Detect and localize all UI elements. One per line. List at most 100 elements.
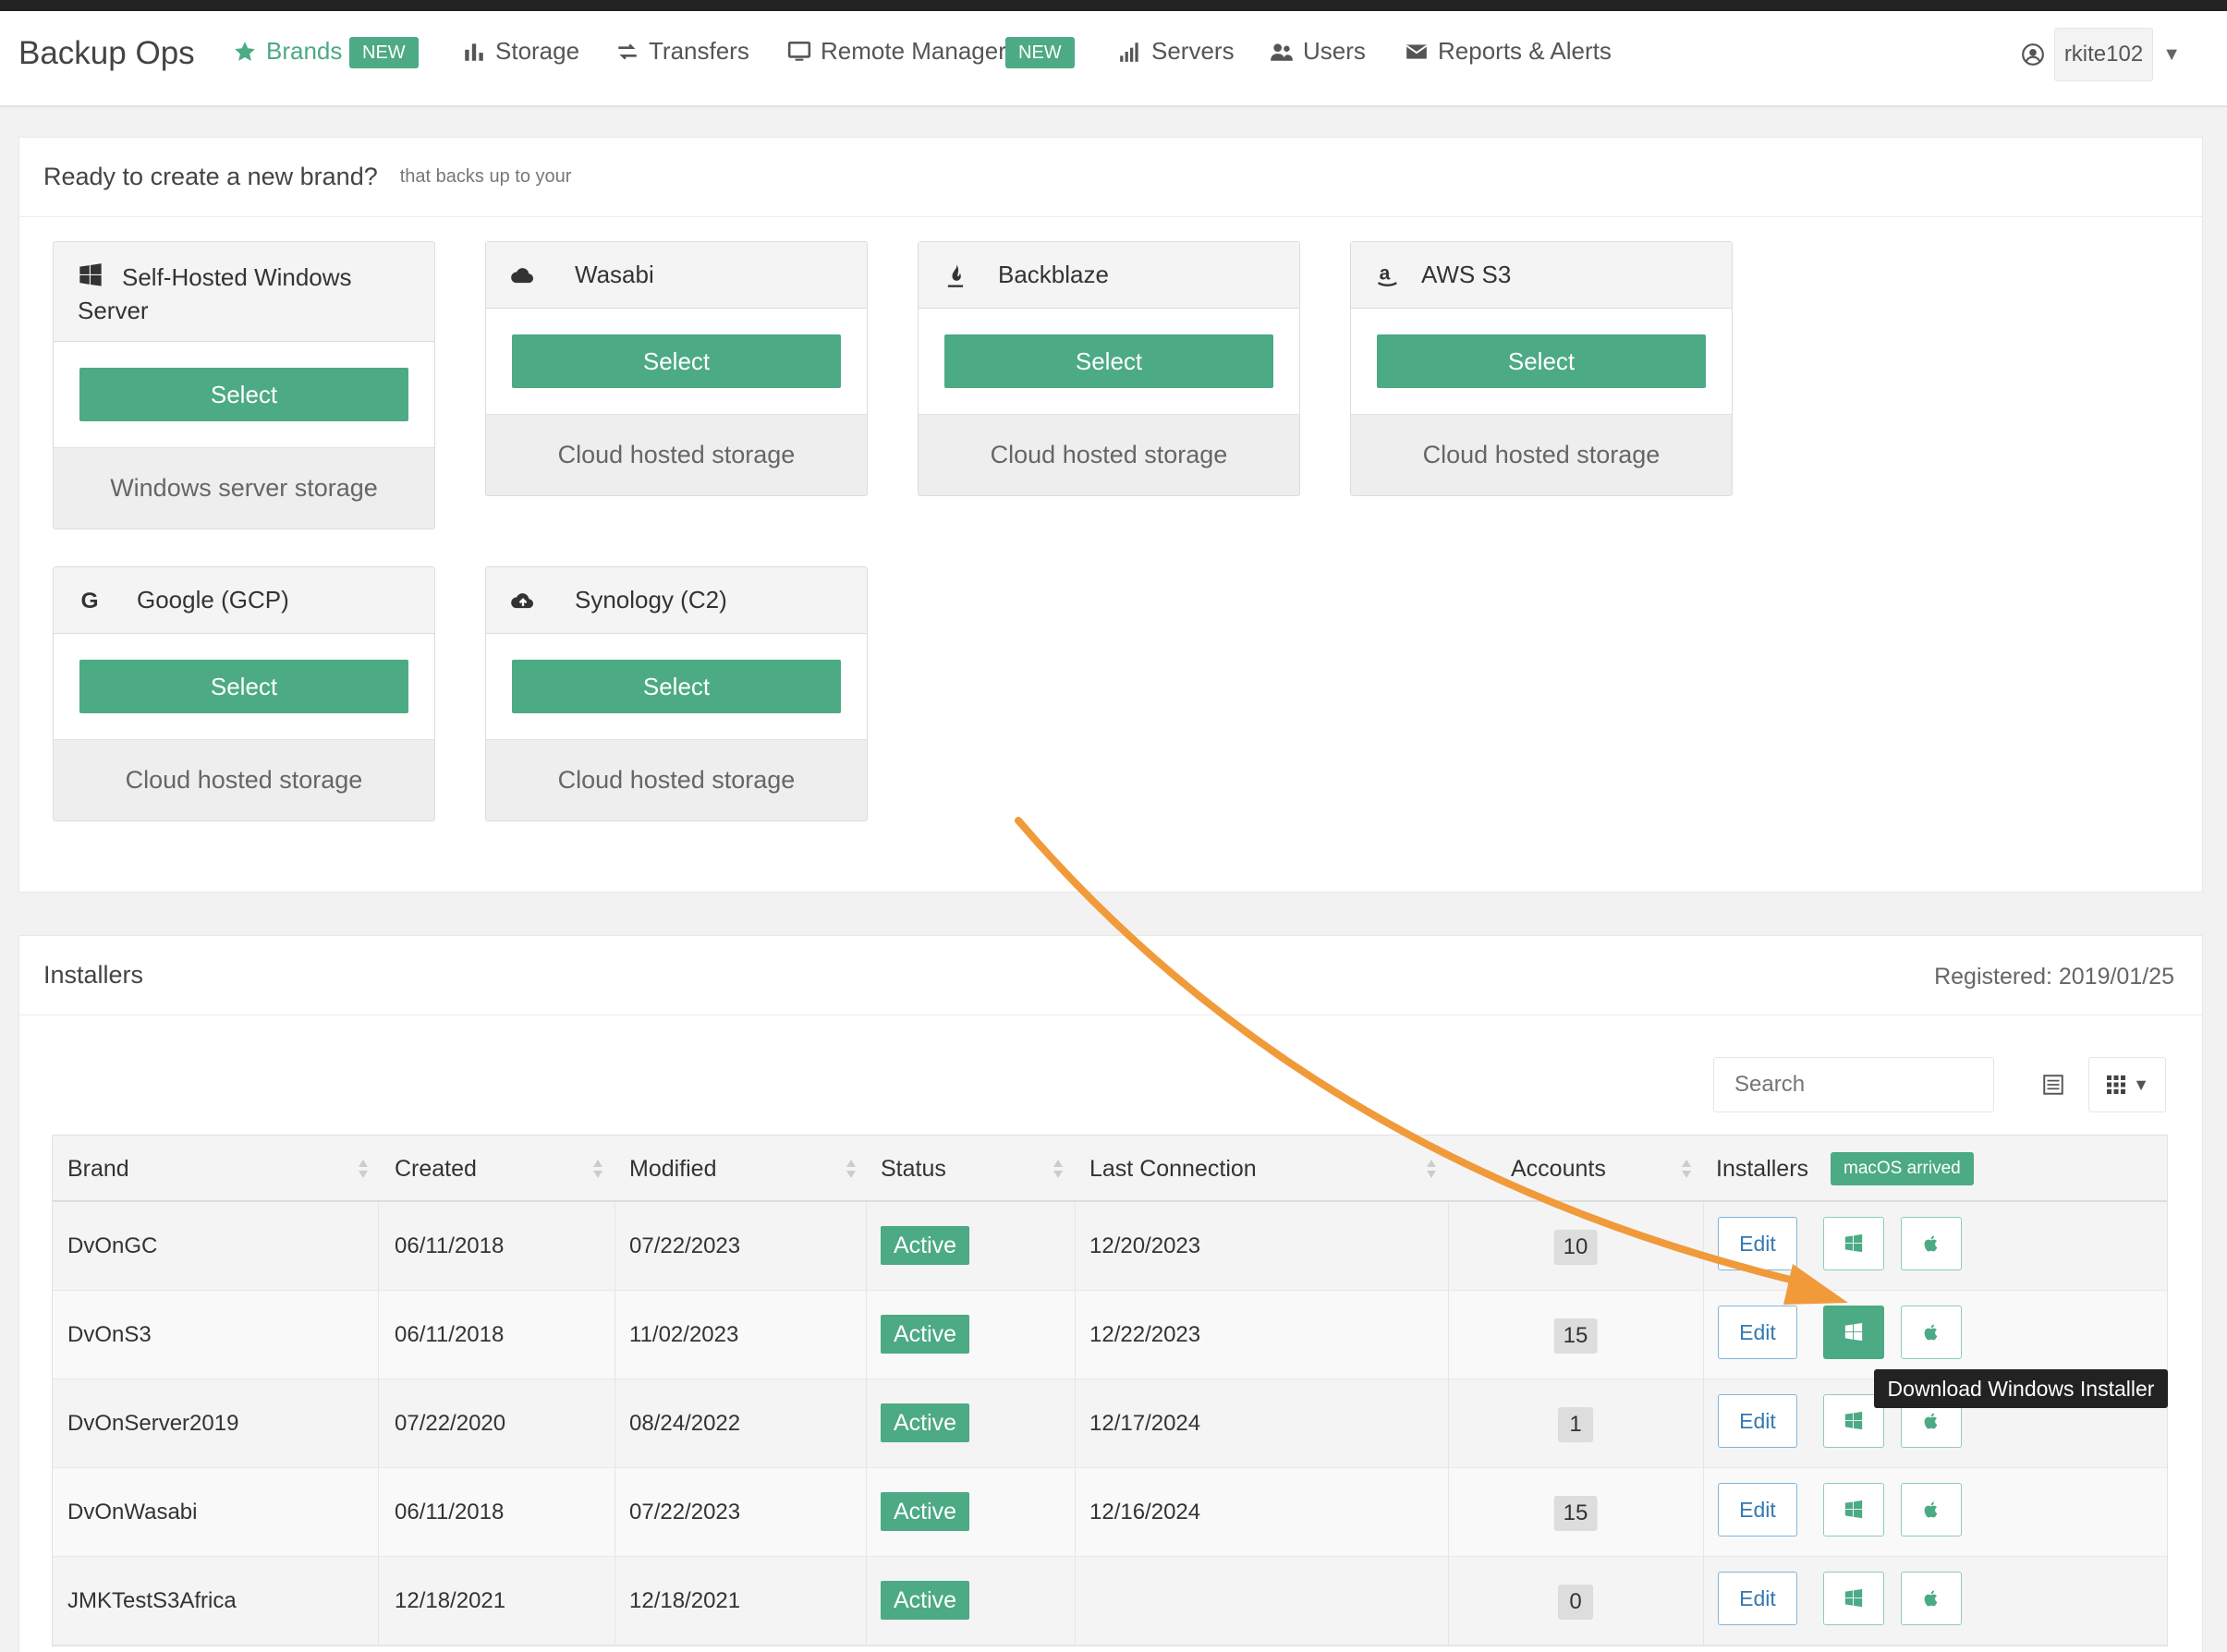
- download-macos-installer-button[interactable]: [1901, 1306, 1962, 1359]
- nav-reports-alerts[interactable]: Reports & Alerts: [1405, 37, 1612, 66]
- card-title: Google (GCP): [137, 586, 289, 613]
- sort-icon[interactable]: [358, 1158, 369, 1180]
- select-button[interactable]: Select: [1377, 334, 1706, 388]
- cell-brand: DvOnS3: [67, 1322, 152, 1347]
- table-row: DvOnS3 06/11/2018 11/02/2023 Active 12/22/20…: [53, 1291, 2167, 1379]
- user-menu[interactable]: rkite102 ▼: [2021, 28, 2181, 81]
- select-button[interactable]: Select: [512, 334, 841, 388]
- edit-button[interactable]: Edit: [1718, 1394, 1797, 1448]
- card-title: Synology (C2): [575, 586, 727, 613]
- cell-last-connection: 12/20/2023: [1089, 1233, 1201, 1258]
- windows-icon: [1844, 1322, 1863, 1342]
- user-circle-icon: [2021, 43, 2044, 66]
- nav-storage-label: Storage: [495, 37, 580, 65]
- sort-icon[interactable]: [1681, 1158, 1692, 1180]
- table-row: DvOnServer2019 07/22/2020 08/24/2022 Active…: [53, 1379, 2167, 1468]
- download-macos-installer-button[interactable]: [1901, 1572, 1962, 1625]
- new-brand-subtitle: that backs up to your: [399, 166, 572, 187]
- new-brand-title: Ready to create a new brand?: [43, 163, 378, 190]
- sort-icon[interactable]: [1426, 1158, 1437, 1180]
- svg-text:G: G: [81, 589, 99, 613]
- select-button[interactable]: Select: [512, 660, 841, 713]
- cloud-icon: [511, 268, 534, 284]
- top-bar: [0, 0, 2227, 11]
- sort-icon[interactable]: [1053, 1158, 1064, 1180]
- card-description: Cloud hosted storage: [557, 441, 796, 468]
- edit-button[interactable]: Edit: [1718, 1483, 1797, 1537]
- nav-users-label: Users: [1303, 37, 1366, 65]
- nav-brands-label: Brands: [266, 37, 343, 65]
- nav-remote-manager-label: Remote Manager: [821, 37, 1006, 65]
- edit-button[interactable]: Edit: [1718, 1572, 1797, 1625]
- cell-modified: 08/24/2022: [629, 1411, 741, 1436]
- username: rkite102: [2053, 28, 2154, 81]
- cell-brand: DvOnWasabi: [67, 1500, 198, 1524]
- column-brand[interactable]: Brand: [67, 1136, 129, 1202]
- sort-icon[interactable]: [846, 1158, 857, 1180]
- nav-transfers[interactable]: Transfers: [615, 37, 749, 66]
- column-modified[interactable]: Modified: [629, 1136, 717, 1202]
- nav-servers[interactable]: Servers: [1118, 37, 1235, 66]
- cell-modified: 11/02/2023: [629, 1322, 739, 1347]
- status-badge: Active: [881, 1226, 970, 1265]
- cell-created: 06/11/2018: [395, 1500, 505, 1524]
- select-button[interactable]: Select: [79, 660, 408, 713]
- windows-icon: [1844, 1233, 1863, 1253]
- nav-remote-manager[interactable]: Remote Manager: [787, 37, 1006, 66]
- installers-header: Installers: [19, 936, 2202, 1015]
- select-button[interactable]: Select: [944, 334, 1273, 388]
- nav-storage[interactable]: Storage: [462, 37, 579, 66]
- registered-date: Registered: 2019/01/25: [1934, 964, 2174, 990]
- column-last-connection[interactable]: Last Connection: [1089, 1136, 1257, 1202]
- download-macos-installer-button[interactable]: [1901, 1217, 1962, 1270]
- search-input[interactable]: [1713, 1057, 1994, 1112]
- macos-arrived-badge: macOS arrived: [1831, 1152, 1974, 1185]
- list-view-toggle[interactable]: [2029, 1057, 2077, 1112]
- cell-brand: JMKTestS3Africa: [67, 1588, 237, 1613]
- download-windows-tooltip: Download Windows Installer: [1874, 1369, 2168, 1408]
- edit-button[interactable]: Edit: [1718, 1306, 1797, 1359]
- card-title: Backblaze: [998, 261, 1109, 288]
- table-row: DvOnGC 06/11/2018 07/22/2023 Active 12/20/20…: [53, 1202, 2167, 1291]
- card-title: AWS S3: [1421, 261, 1512, 288]
- card-description: Cloud hosted storage: [1422, 441, 1661, 468]
- sort-icon[interactable]: [592, 1158, 603, 1180]
- accounts-count: 10: [1553, 1230, 1598, 1265]
- download-windows-installer-button[interactable]: [1823, 1483, 1884, 1537]
- signal-bars-icon: [1120, 42, 1138, 62]
- table-body: DvOnGC 06/11/2018 07/22/2023 Active 12/20/20…: [53, 1202, 2167, 1646]
- status-badge: Active: [881, 1315, 970, 1354]
- nav-brands[interactable]: Brands: [233, 37, 342, 66]
- apple-icon: [1924, 1324, 1938, 1341]
- column-created[interactable]: Created: [395, 1136, 477, 1202]
- cell-modified: 12/18/2021: [629, 1588, 741, 1613]
- column-status[interactable]: Status: [881, 1136, 946, 1202]
- bar-chart-icon: [465, 43, 483, 61]
- windows-icon: [1844, 1588, 1863, 1608]
- accounts-count: 1: [1558, 1407, 1593, 1442]
- star-icon: [235, 41, 255, 61]
- download-macos-installer-button[interactable]: [1901, 1483, 1962, 1537]
- new-brand-panel: Ready to create a new brand? that backs …: [18, 137, 2203, 893]
- svg-text:a: a: [1380, 263, 1391, 285]
- grid-view-toggle[interactable]: ▼: [2088, 1057, 2166, 1112]
- column-accounts[interactable]: Accounts: [1511, 1136, 1606, 1202]
- nav-servers-label: Servers: [1151, 37, 1235, 65]
- table-row: JMKTestS3Africa 12/18/2021 12/18/2021 Activ…: [53, 1557, 2167, 1646]
- cell-last-connection: 12/16/2024: [1089, 1500, 1201, 1524]
- edit-button[interactable]: Edit: [1718, 1217, 1797, 1270]
- cell-created: 12/18/2021: [395, 1588, 506, 1613]
- download-windows-installer-button[interactable]: [1823, 1572, 1884, 1625]
- apple-icon: [1924, 1235, 1938, 1252]
- accounts-count: 15: [1553, 1318, 1598, 1354]
- download-windows-installer-button[interactable]: [1823, 1306, 1884, 1359]
- status-badge: Active: [881, 1403, 970, 1442]
- nav-users[interactable]: Users: [1270, 37, 1366, 66]
- list-icon: [2043, 1075, 2063, 1095]
- brand-card-google-gcp: G Google (GCP) Select Cloud hosted stora…: [53, 566, 435, 821]
- card-description: Cloud hosted storage: [557, 766, 796, 794]
- download-windows-installer-button[interactable]: [1823, 1217, 1884, 1270]
- cell-last-connection: 12/17/2024: [1089, 1411, 1201, 1436]
- cell-created: 06/11/2018: [395, 1322, 505, 1347]
- select-button[interactable]: Select: [79, 368, 408, 421]
